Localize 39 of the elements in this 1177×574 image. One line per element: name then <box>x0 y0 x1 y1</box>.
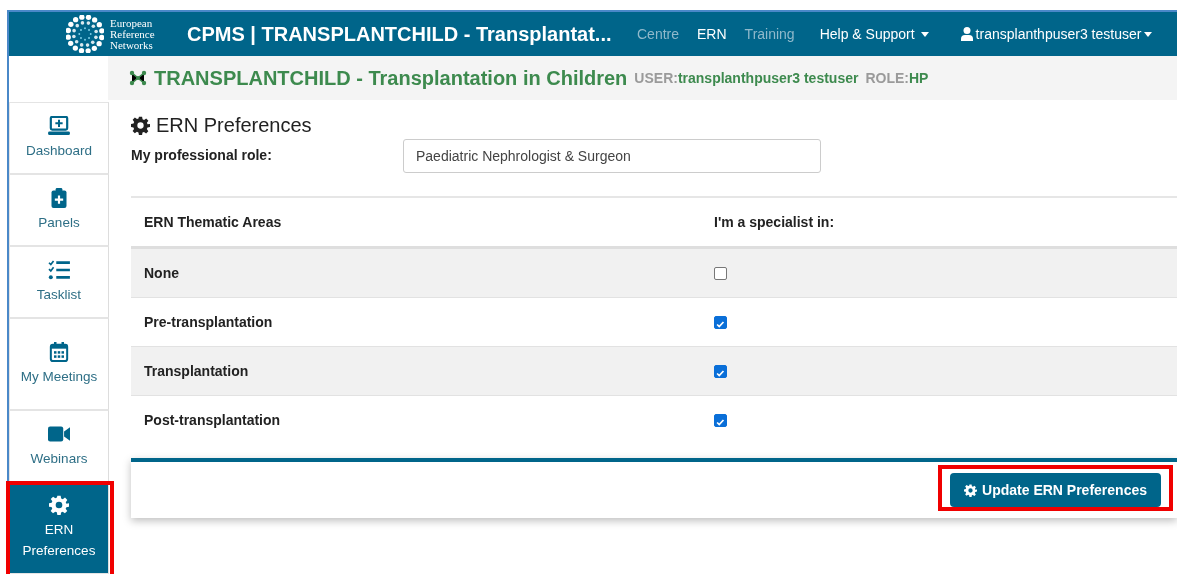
help-menu[interactable]: Help & Support <box>819 26 929 42</box>
caret-icon <box>920 31 929 37</box>
table-cell: Pre-transplantation <box>144 314 273 330</box>
table-cell: Transplantation <box>144 363 249 379</box>
page-title: ERN Preferences <box>156 114 312 137</box>
user-info: USER:transplanthpuser3 testuser <box>634 70 859 86</box>
checkbox[interactable] <box>714 315 727 329</box>
checkbox[interactable] <box>714 364 727 378</box>
user-icon <box>960 27 973 41</box>
logo-icon <box>66 15 104 53</box>
network-title: TRANSPLANTCHILD - Transplantation in Children <box>154 66 628 90</box>
field-label: My professional role: <box>131 146 273 165</box>
checklist-icon <box>48 259 70 280</box>
caret-icon <box>1144 31 1153 37</box>
checkbox[interactable] <box>714 266 727 280</box>
table-cell: None <box>144 265 179 281</box>
sidebar-item[interactable]: Webinars <box>9 410 109 482</box>
gear-icon <box>964 483 978 497</box>
checkbox[interactable] <box>714 413 727 427</box>
nav-link[interactable]: ERN <box>697 26 727 42</box>
laptop-icon <box>48 115 70 136</box>
update-button[interactable]: Update ERN Preferences <box>950 473 1161 507</box>
app-title: CPMS | TRANSPLANTCHILD - Transplantat... <box>187 22 613 46</box>
gear-icon <box>48 495 70 515</box>
nav-link[interactable]: Training <box>744 26 795 42</box>
sidebar-item[interactable]: Tasklist <box>9 246 109 318</box>
sidebar-item[interactable]: Dashboard <box>9 102 109 174</box>
sidebar-item[interactable]: My Meetings <box>9 318 109 410</box>
user-menu[interactable]: transplanthpuser3 testuser <box>960 26 1153 42</box>
logo-text: European Reference Networks <box>110 17 155 51</box>
calendar-icon <box>48 341 70 362</box>
video-camera-icon <box>48 423 70 444</box>
sidebar-item[interactable]: Panels <box>9 174 109 246</box>
network-icon <box>129 70 147 86</box>
role-info: ROLE:HP <box>865 70 929 86</box>
role-field[interactable]: Paediatric Nephrologist & Surgeon <box>403 139 821 173</box>
table-cell: Post-transplantation <box>144 412 281 428</box>
gear-icon <box>131 116 150 135</box>
nav-link[interactable]: Centre <box>637 26 680 42</box>
